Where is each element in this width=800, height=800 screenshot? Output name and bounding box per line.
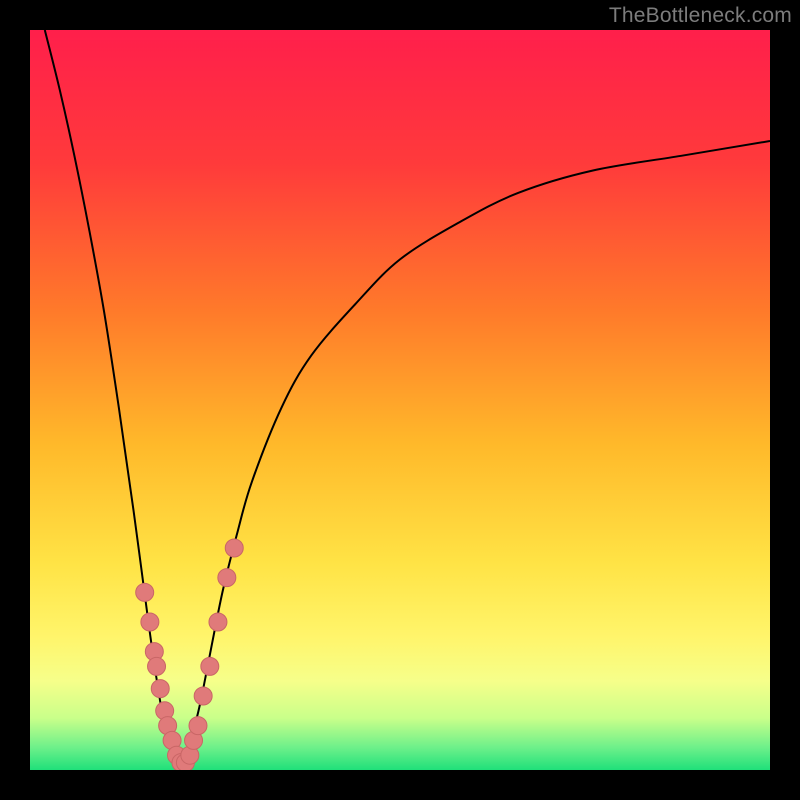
sample-dot bbox=[225, 539, 243, 557]
sample-dot bbox=[148, 657, 166, 675]
sample-dot bbox=[194, 687, 212, 705]
sample-dot bbox=[218, 569, 236, 587]
watermark-text: TheBottleneck.com bbox=[609, 4, 792, 28]
sample-dot bbox=[201, 657, 219, 675]
sample-dot bbox=[141, 613, 159, 631]
plot-area bbox=[30, 30, 770, 770]
sample-dot bbox=[209, 613, 227, 631]
sample-dot bbox=[151, 680, 169, 698]
chart-svg bbox=[30, 30, 770, 770]
sample-dot bbox=[136, 583, 154, 601]
chart-frame: TheBottleneck.com bbox=[0, 0, 800, 800]
gradient-background bbox=[30, 30, 770, 770]
sample-dot bbox=[189, 717, 207, 735]
